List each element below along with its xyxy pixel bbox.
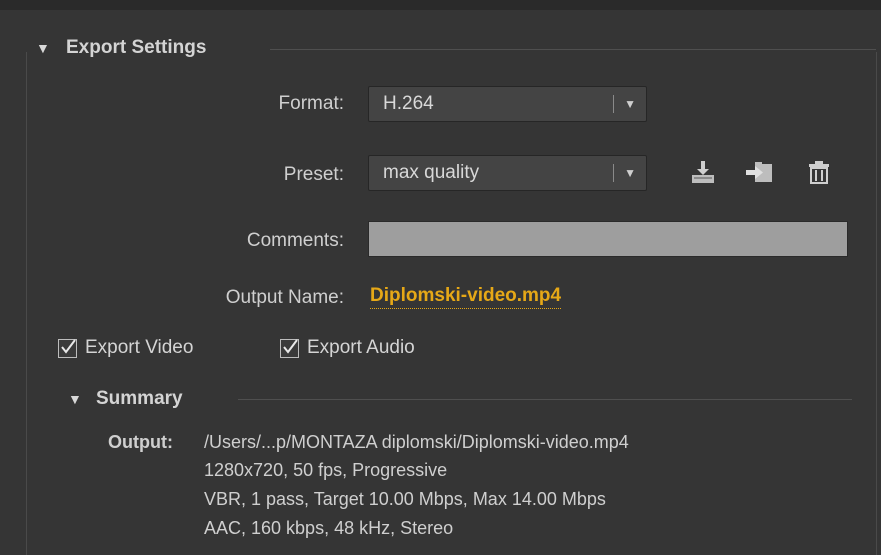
output-name-label: Output Name: <box>225 287 344 308</box>
export-audio-checkbox[interactable]: Export Audio <box>280 337 415 359</box>
format-value: H.264 <box>383 93 434 114</box>
export-audio-label: Export Audio <box>307 337 415 358</box>
header-divider <box>270 49 876 50</box>
preset-label: Preset: <box>283 164 344 185</box>
summary-title: Summary <box>96 388 183 409</box>
summary-divider <box>238 399 852 400</box>
chevron-down-icon: ▼ <box>624 166 636 180</box>
export-video-label: Export Video <box>85 337 194 358</box>
preset-value: max quality <box>383 162 480 183</box>
export-video-checkbox[interactable]: Export Video <box>58 337 193 359</box>
format-label: Format: <box>278 93 344 114</box>
comments-label: Comments: <box>246 230 344 251</box>
collapse-triangle-icon[interactable]: ▼ <box>36 40 56 56</box>
output-name-link[interactable]: Diplomski-video.mp4 <box>370 285 562 309</box>
summary-audio-info: AAC, 160 kbps, 48 kHz, Stereo <box>204 518 454 538</box>
dropdown-separator <box>613 164 615 182</box>
summary-bitrate-info: VBR, 1 pass, Target 10.00 Mbps, Max 14.0… <box>204 489 606 509</box>
summary-video-info: 1280x720, 50 fps, Progressive <box>204 460 448 480</box>
export-settings-panel: ▼ Export Settings Format: H.264 ▼ Preset… <box>0 0 881 555</box>
export-settings-header[interactable]: ▼ Export Settings <box>36 34 206 62</box>
frame-left-border <box>26 52 27 555</box>
checkbox[interactable] <box>58 338 77 358</box>
top-strip <box>0 0 881 10</box>
summary-output-label: Output: <box>108 432 173 452</box>
collapse-triangle-icon[interactable]: ▼ <box>68 391 88 407</box>
chevron-down-icon: ▼ <box>624 97 636 111</box>
trash-icon[interactable] <box>806 158 834 186</box>
save-preset-icon[interactable] <box>689 158 717 186</box>
preset-dropdown[interactable]: max quality ▼ <box>368 155 647 191</box>
summary-header[interactable]: ▼ Summary <box>68 388 183 410</box>
import-preset-icon[interactable] <box>744 158 772 186</box>
summary-output-path: /Users/...p/MONTAZA diplomski/Diplomski-… <box>204 432 629 452</box>
frame-right-border <box>876 52 877 555</box>
dropdown-separator <box>613 95 615 113</box>
format-dropdown[interactable]: H.264 ▼ <box>368 86 647 122</box>
comments-input[interactable] <box>368 221 848 257</box>
section-title: Export Settings <box>66 37 207 58</box>
checkbox[interactable] <box>280 338 299 358</box>
